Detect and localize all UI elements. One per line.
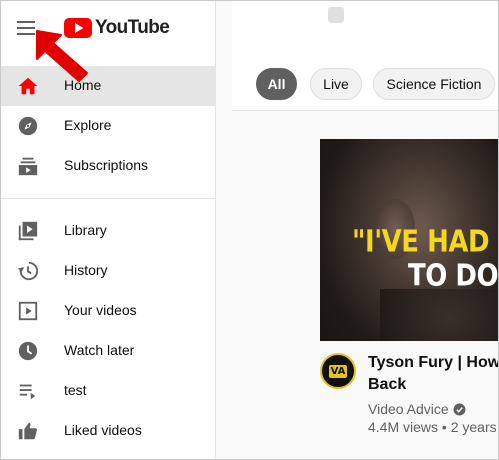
video-title-line1: Tyson Fury | How T xyxy=(368,354,499,371)
hamburger-icon xyxy=(17,21,35,35)
hamburger-menu-button[interactable] xyxy=(14,16,38,40)
sidebar-item-label: Liked videos xyxy=(64,422,142,438)
sidebar-item-history[interactable]: History xyxy=(1,251,216,291)
library-icon xyxy=(16,219,40,243)
history-icon xyxy=(16,259,40,283)
sidebar-item-label: Explore xyxy=(64,117,112,133)
sidebar-item-playlist-test[interactable]: test xyxy=(1,371,216,411)
chip-science-fiction[interactable]: Science Fiction xyxy=(373,68,495,100)
chip-live[interactable]: Live xyxy=(310,68,362,100)
verified-check-icon xyxy=(453,403,466,415)
play-square-icon xyxy=(16,299,40,323)
video-meta: 4.4M views • 2 years xyxy=(368,419,497,435)
sidebar-item-label: Watch later xyxy=(64,342,135,358)
sidebar-item-home[interactable]: Home xyxy=(1,66,216,106)
main-header xyxy=(232,1,498,55)
thumbnail-photo-detail xyxy=(380,289,498,341)
subscriptions-icon xyxy=(16,154,40,178)
sidebar-item-watch-later[interactable]: Watch later xyxy=(1,331,216,371)
home-icon xyxy=(16,74,40,98)
filter-chip-bar: All Live Science Fiction xyxy=(232,55,498,111)
thumbnail-caption-line2: TO DO AN xyxy=(408,259,499,294)
sidebar-item-liked-videos[interactable]: Liked videos xyxy=(1,411,216,451)
sidebar-item-explore[interactable]: Explore xyxy=(1,106,216,146)
sidebar-item-label: Library xyxy=(64,222,107,238)
youtube-logo[interactable]: YouTube xyxy=(64,16,170,40)
thumbs-up-icon xyxy=(16,419,40,443)
sidebar-item-library[interactable]: Library xyxy=(1,211,216,251)
compass-icon xyxy=(16,114,40,138)
clock-icon xyxy=(16,339,40,363)
sidebar-item-subscriptions[interactable]: Subscriptions xyxy=(1,146,216,186)
sidebar-item-label: History xyxy=(64,262,108,278)
sidebar-divider xyxy=(1,198,216,199)
channel-name-row[interactable]: Video Advice xyxy=(368,401,466,417)
playlist-icon xyxy=(16,379,40,403)
sidebar-item-label: Home xyxy=(64,77,102,93)
youtube-window: YouTube Home Explore Subscriptions Libra… xyxy=(0,0,499,460)
thumbnail-caption-line1: "I'VE HAD ZER xyxy=(352,225,498,260)
sidebar: YouTube Home Explore Subscriptions Libra… xyxy=(1,1,216,459)
chip-all[interactable]: All xyxy=(256,68,297,100)
sidebar-item-label: Subscriptions xyxy=(64,157,149,173)
video-thumbnail[interactable]: "I'VE HAD ZER TO DO AN xyxy=(320,139,499,341)
video-title[interactable]: Tyson Fury | How T Back xyxy=(368,352,499,396)
topbar: YouTube xyxy=(1,1,216,55)
video-title-line2: Back xyxy=(368,376,407,393)
logo-text: YouTube xyxy=(95,17,170,38)
faded-icon xyxy=(328,7,344,23)
avatar-logo-text: VA xyxy=(328,364,348,378)
sidebar-item-label: test xyxy=(64,382,87,398)
channel-avatar[interactable]: VA xyxy=(320,353,356,389)
sidebar-item-label: Your videos xyxy=(64,302,137,318)
sidebar-item-your-videos[interactable]: Your videos xyxy=(1,291,216,331)
youtube-play-logo-icon xyxy=(64,18,92,38)
channel-name: Video Advice xyxy=(368,401,449,417)
